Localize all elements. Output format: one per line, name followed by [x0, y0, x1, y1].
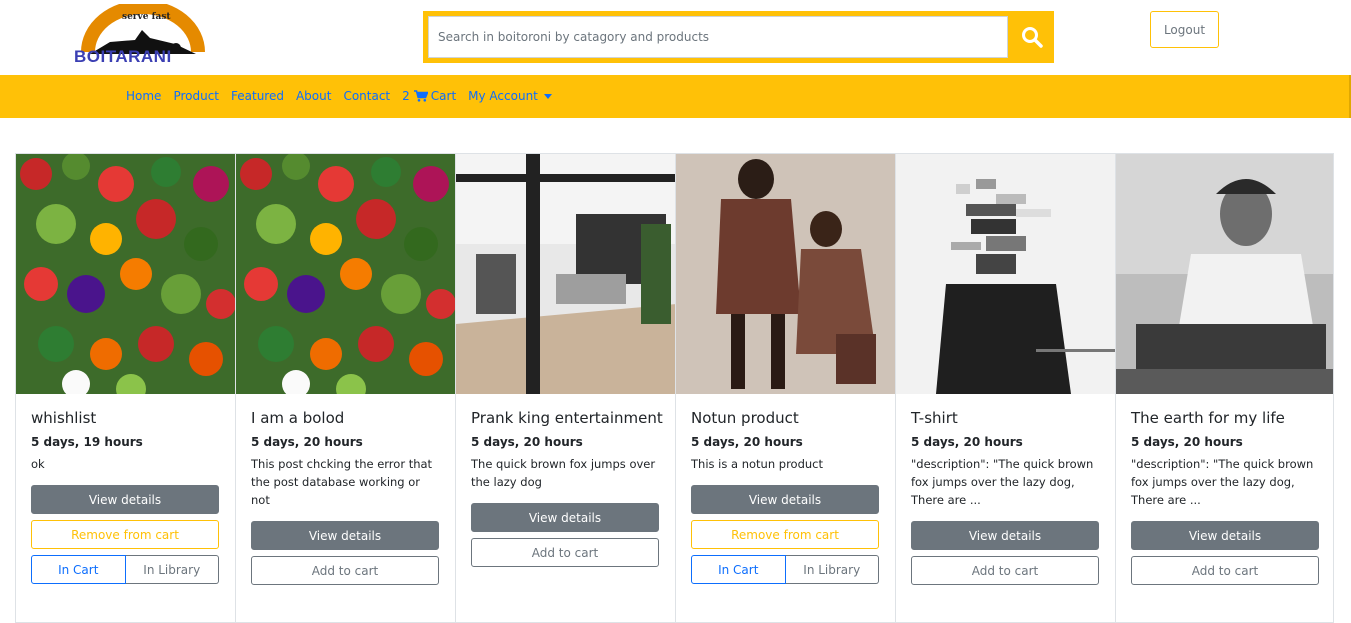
cart-icon: [413, 90, 428, 102]
product-description: This post chcking the error that the pos…: [251, 457, 433, 507]
product-image[interactable]: [16, 154, 235, 394]
my-account-label: My Account: [468, 89, 538, 103]
view-details-button[interactable]: View details: [31, 485, 219, 514]
add-to-cart-button[interactable]: Add to cart: [251, 556, 439, 585]
product-image[interactable]: [456, 154, 675, 394]
in-library-button[interactable]: In Library: [125, 555, 219, 584]
add-to-cart-button[interactable]: Add to cart: [471, 538, 659, 567]
card-body: T-shirt 5 days, 20 hours "description": …: [911, 409, 1099, 585]
nav-cart[interactable]: 2 Cart: [402, 89, 456, 103]
in-cart-button[interactable]: In Cart: [31, 555, 126, 584]
add-to-cart-button[interactable]: Add to cart: [1131, 556, 1319, 585]
product-time: 5 days, 20 hours: [911, 435, 1023, 449]
product-title: T-shirt: [911, 409, 958, 427]
product-card: Notun product 5 days, 20 hours This is a…: [675, 153, 895, 623]
product-card: I am a bolod 5 days, 20 hours This post …: [235, 153, 455, 623]
cart-label: Cart: [430, 89, 457, 103]
product-image[interactable]: [896, 154, 1115, 394]
add-to-cart-button[interactable]: Add to cart: [911, 556, 1099, 585]
vegetables-photo: [16, 154, 235, 394]
product-description: ok: [31, 457, 45, 471]
product-title: I am a bolod: [251, 409, 345, 427]
product-card: whishlist 5 days, 19 hours ok View detai…: [15, 153, 235, 623]
product-image[interactable]: [1116, 154, 1333, 394]
in-cart-button[interactable]: In Cart: [691, 555, 786, 584]
search-bar: [423, 11, 1054, 63]
search-button[interactable]: [1009, 16, 1054, 58]
product-time: 5 days, 20 hours: [1131, 435, 1243, 449]
product-description: This is a notun product: [691, 457, 823, 471]
logo-tagline: serve fast: [122, 12, 171, 22]
product-description: The quick brown fox jumps over the lazy …: [471, 457, 656, 489]
product-description: "description": "The quick brown fox jump…: [911, 457, 1094, 507]
main-navbar: Home Product Featured About Contact 2 Ca…: [0, 75, 1351, 118]
in-library-button[interactable]: In Library: [785, 555, 879, 584]
product-image[interactable]: [236, 154, 455, 394]
nav-my-account-dropdown[interactable]: My Account: [468, 89, 552, 103]
nav-home[interactable]: Home: [126, 89, 161, 103]
product-card: T-shirt 5 days, 20 hours "description": …: [895, 153, 1115, 623]
logo-wordmark: BOITARANI: [74, 47, 172, 66]
nav-featured[interactable]: Featured: [231, 89, 284, 103]
view-details-button[interactable]: View details: [471, 503, 659, 532]
cart-library-toggle: In Cart In Library: [31, 555, 219, 584]
card-body: Prank king entertainment 5 days, 20 hour…: [471, 409, 663, 567]
card-body: The earth for my life 5 days, 20 hours "…: [1131, 409, 1319, 585]
pixelated-man-photo: [896, 154, 1115, 394]
vegetables-photo: [236, 154, 455, 394]
nav-product[interactable]: Product: [173, 89, 219, 103]
remove-from-cart-button[interactable]: Remove from cart: [31, 520, 219, 549]
view-details-button[interactable]: View details: [911, 521, 1099, 550]
view-details-button[interactable]: View details: [1131, 521, 1319, 550]
product-title: Prank king entertainment: [471, 409, 663, 427]
product-grid: whishlist 5 days, 19 hours ok View detai…: [15, 153, 1334, 623]
patio-photo: [456, 154, 675, 394]
product-time: 5 days, 20 hours: [251, 435, 363, 449]
site-logo[interactable]: serve fast BOITARANI: [74, 4, 224, 66]
nav-links: Home Product Featured About Contact 2 Ca…: [120, 89, 558, 103]
search-input[interactable]: [428, 16, 1008, 58]
card-body: I am a bolod 5 days, 20 hours This post …: [251, 409, 439, 585]
nav-about[interactable]: About: [296, 89, 331, 103]
nav-contact[interactable]: Contact: [343, 89, 390, 103]
product-title: The earth for my life: [1131, 409, 1285, 427]
product-image[interactable]: [676, 154, 895, 394]
product-time: 5 days, 20 hours: [691, 435, 803, 449]
product-title: whishlist: [31, 409, 97, 427]
cart-library-toggle: In Cart In Library: [691, 555, 879, 584]
product-time: 5 days, 20 hours: [471, 435, 583, 449]
cart-count: 2: [402, 89, 410, 103]
fashion-models-photo: [676, 154, 895, 394]
caret-down-icon: [543, 93, 552, 99]
product-card: Prank king entertainment 5 days, 20 hour…: [455, 153, 675, 623]
view-details-button[interactable]: View details: [251, 521, 439, 550]
product-card: The earth for my life 5 days, 20 hours "…: [1115, 153, 1334, 623]
search-icon: [1021, 27, 1043, 48]
product-description: "description": "The quick brown fox jump…: [1131, 457, 1314, 507]
remove-from-cart-button[interactable]: Remove from cart: [691, 520, 879, 549]
card-body: whishlist 5 days, 19 hours ok View detai…: [31, 409, 219, 584]
product-time: 5 days, 19 hours: [31, 435, 143, 449]
top-header: serve fast BOITARANI Logout: [0, 0, 1351, 75]
view-details-button[interactable]: View details: [691, 485, 879, 514]
card-body: Notun product 5 days, 20 hours This is a…: [691, 409, 879, 584]
man-portrait-photo: [1116, 154, 1333, 394]
logout-button[interactable]: Logout: [1150, 11, 1219, 48]
product-title: Notun product: [691, 409, 799, 427]
